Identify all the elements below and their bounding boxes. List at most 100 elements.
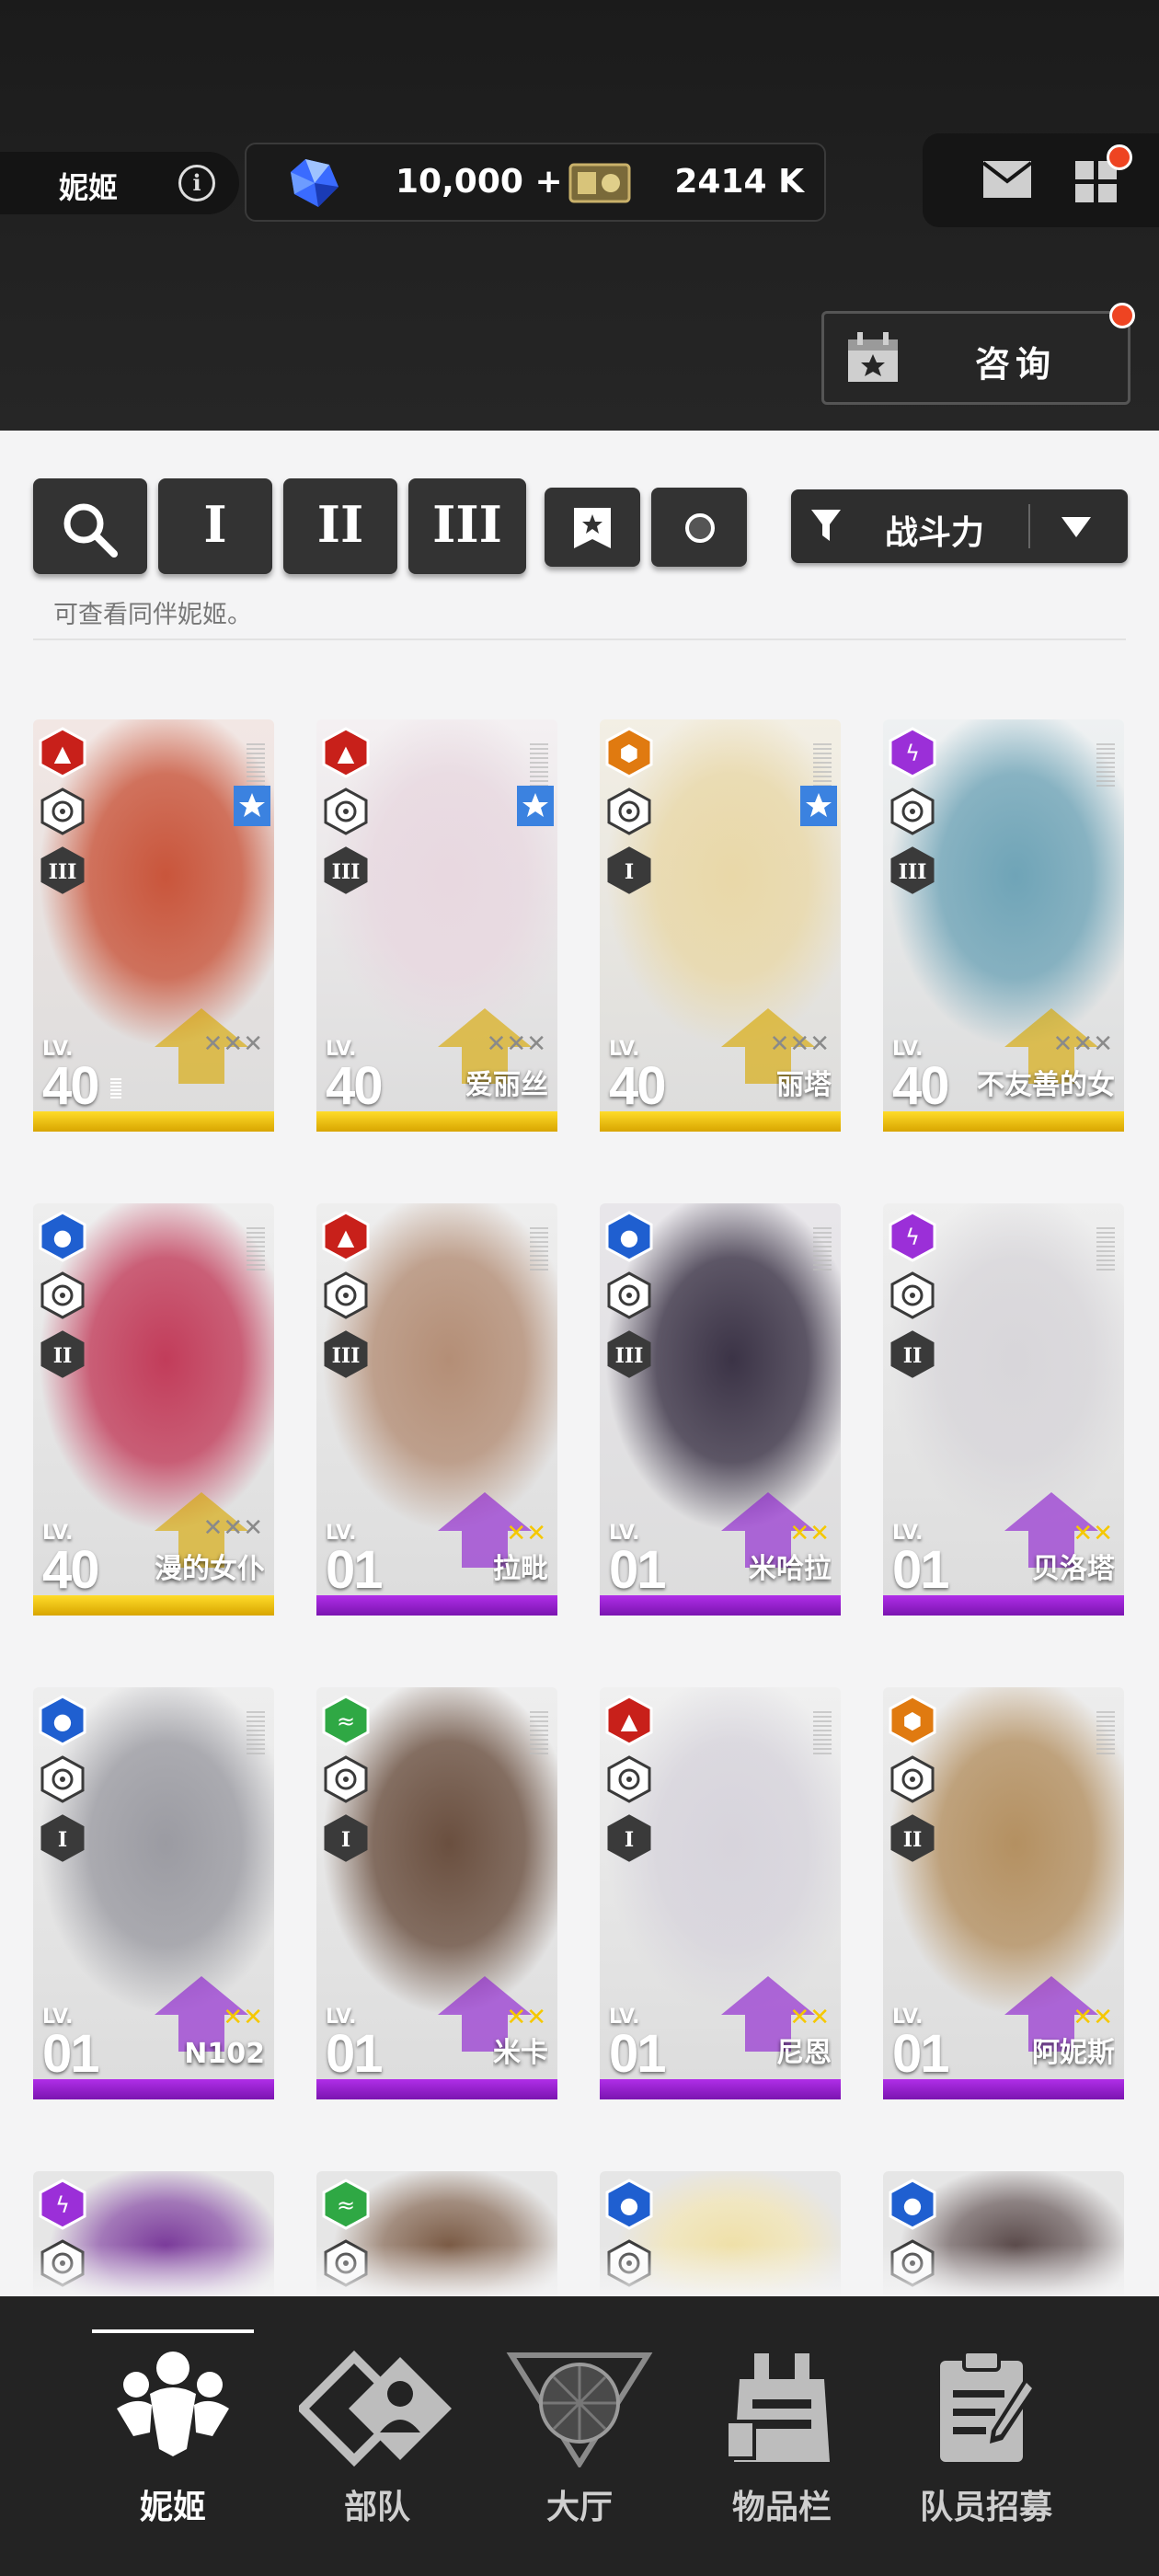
burst-filter-3[interactable]: III bbox=[408, 478, 526, 574]
nikke-card[interactable]: ▲ I ✕✕ LV. 01 尼恩 bbox=[600, 1687, 841, 2099]
star-rating-icon: ✕✕✕ bbox=[1052, 1030, 1113, 1058]
element-water-icon: ● bbox=[39, 1695, 86, 1746]
level-display: LV. 01 bbox=[326, 1524, 383, 1597]
barcode-decoration bbox=[813, 1711, 832, 1755]
search-button[interactable] bbox=[33, 478, 147, 574]
nikke-card[interactable]: ≈ I ✕✕ LV. 01 米卡 bbox=[316, 1687, 557, 2099]
currency-bar: 10,000 + 2414 K bbox=[245, 143, 826, 222]
svg-text:II: II bbox=[903, 1828, 923, 1852]
svg-text:I: I bbox=[625, 860, 634, 884]
mail-icon[interactable] bbox=[981, 159, 1033, 200]
tab-nikke[interactable]: 妮姬 bbox=[72, 2296, 274, 2576]
nikke-card[interactable]: ▲ III ✕✕✕ LV. 40 爱丽丝 bbox=[316, 719, 557, 1132]
tab-nikke-label: 妮姬 bbox=[139, 2489, 206, 2526]
character-name: 尼恩 bbox=[776, 2037, 832, 2069]
burst-filter-2[interactable]: II bbox=[283, 478, 397, 574]
barcode-decoration bbox=[530, 743, 548, 788]
rarity-bar bbox=[316, 2079, 557, 2099]
rarity-bar bbox=[316, 1111, 557, 1132]
tab-inventory[interactable]: 物品栏 bbox=[681, 2296, 883, 2576]
level-value: 40 bbox=[42, 1540, 99, 1600]
element-electric-icon: ϟ bbox=[889, 1211, 936, 1262]
class-icon bbox=[890, 1755, 935, 1803]
star-rating-icon: ✕✕✕ bbox=[202, 1030, 263, 1058]
circle-icon bbox=[685, 513, 715, 543]
character-name: 米卡 bbox=[493, 2037, 548, 2069]
element-iron-icon: ⬢ bbox=[889, 1695, 936, 1746]
burst-II-icon: II bbox=[890, 1814, 935, 1862]
nikke-card[interactable]: ● II ✕✕✕ LV. 40 漫的女仆 bbox=[33, 1203, 274, 1616]
star-rating-icon: ✕✕✕ bbox=[769, 1030, 830, 1058]
scroll-fade bbox=[0, 2245, 1159, 2300]
svg-text:ϟ: ϟ bbox=[905, 741, 920, 766]
class-icon bbox=[324, 1755, 368, 1803]
circle-filter-button[interactable] bbox=[651, 488, 747, 567]
svg-text:▲: ▲ bbox=[54, 741, 72, 766]
nikke-card[interactable]: ⬢ II ✕✕ LV. 01 阿妮斯 bbox=[883, 1687, 1124, 2099]
element-fire-icon: ▲ bbox=[605, 1695, 653, 1746]
element-water-icon: ● bbox=[605, 2179, 653, 2230]
burst-filter-1[interactable]: I bbox=[158, 478, 272, 574]
svg-text:I: I bbox=[58, 1828, 67, 1852]
consult-button[interactable]: 咨询 bbox=[821, 303, 1135, 405]
level-display: LV. 40 bbox=[326, 1040, 383, 1113]
class-icon bbox=[607, 1755, 651, 1803]
burst-III-icon: III bbox=[607, 1330, 651, 1378]
nikke-card[interactable]: ⬢ I ✕✕✕ LV. 40 丽塔 bbox=[600, 719, 841, 1132]
level-display: LV. 01 bbox=[892, 1524, 949, 1597]
lobby-icon bbox=[506, 2352, 653, 2467]
nikke-card[interactable]: ▲ III ✕✕ LV. 01 拉毗 bbox=[316, 1203, 557, 1616]
svg-text:III: III bbox=[899, 860, 927, 884]
sort-dropdown[interactable]: 战斗力 bbox=[791, 489, 1128, 563]
burst-III-icon: III bbox=[324, 846, 368, 894]
barcode-decoration bbox=[1096, 743, 1115, 788]
rarity-bar bbox=[33, 2079, 274, 2099]
star-rating-icon: ✕✕✕ bbox=[486, 1030, 546, 1058]
rarity-bar bbox=[33, 1111, 274, 1132]
character-name: N102 bbox=[184, 2038, 265, 2070]
nikke-card[interactable]: ● III ✕✕ LV. 01 米哈拉 bbox=[600, 1203, 841, 1616]
class-icon bbox=[40, 788, 85, 835]
nikke-card[interactable]: ϟ III ✕✕✕ LV. 40 不友善的女 bbox=[883, 719, 1124, 1132]
nikke-card[interactable]: ▲ III ✕✕✕ LV. 40 bbox=[33, 719, 274, 1132]
tab-recruit[interactable]: 队员招募 bbox=[885, 2296, 1087, 2576]
svg-text:⬢: ⬢ bbox=[903, 1708, 923, 1734]
element-wind-icon: ≈ bbox=[322, 2179, 370, 2230]
tab-recruit-label: 队员招募 bbox=[919, 2489, 1052, 2526]
star-rating-icon: ✕✕ bbox=[506, 2004, 546, 2031]
tab-lobby[interactable]: 大厅 bbox=[478, 2296, 681, 2576]
barcode-decoration bbox=[813, 1227, 832, 1271]
element-fire-icon: ▲ bbox=[322, 1211, 370, 1262]
svg-text:●: ● bbox=[620, 1225, 639, 1250]
bookmark-star-icon bbox=[574, 508, 611, 548]
barcode-decoration bbox=[530, 1711, 548, 1755]
svg-text:▲: ▲ bbox=[338, 1225, 355, 1250]
top-right-panel bbox=[923, 133, 1159, 227]
tab-squad[interactable]: 部队 bbox=[276, 2296, 478, 2576]
element-iron-icon: ⬢ bbox=[605, 727, 653, 778]
svg-text:I: I bbox=[341, 1828, 350, 1852]
class-icon bbox=[890, 788, 935, 835]
burst-I-icon: I bbox=[607, 846, 651, 894]
user-name-pill[interactable]: 妮姬 i bbox=[0, 152, 239, 214]
svg-text:II: II bbox=[903, 1344, 923, 1368]
svg-text:ϟ: ϟ bbox=[905, 1225, 920, 1250]
level-value: 40 bbox=[892, 1056, 949, 1116]
nikke-card[interactable]: ● I ✕✕ LV. 01 N102 bbox=[33, 1687, 274, 2099]
level-value: 40 bbox=[42, 1056, 99, 1116]
svg-text:III: III bbox=[332, 1344, 361, 1368]
rarity-bar bbox=[883, 2079, 1124, 2099]
star-rating-icon: ✕✕ bbox=[506, 1520, 546, 1547]
favorite-filter-button[interactable] bbox=[545, 488, 640, 567]
barcode-decoration bbox=[247, 1227, 265, 1271]
element-electric-icon: ϟ bbox=[889, 727, 936, 778]
element-water-icon: ● bbox=[605, 1211, 653, 1262]
nikke-card[interactable]: ϟ II ✕✕ LV. 01 贝洛塔 bbox=[883, 1203, 1124, 1616]
info-icon[interactable]: i bbox=[178, 165, 215, 201]
svg-text:≈: ≈ bbox=[337, 2192, 355, 2218]
level-display: LV. 01 bbox=[892, 2007, 949, 2081]
class-icon bbox=[40, 1755, 85, 1803]
sort-label: 战斗力 bbox=[885, 514, 985, 552]
class-icon bbox=[324, 788, 368, 835]
level-display: LV. 40 bbox=[42, 1524, 99, 1600]
